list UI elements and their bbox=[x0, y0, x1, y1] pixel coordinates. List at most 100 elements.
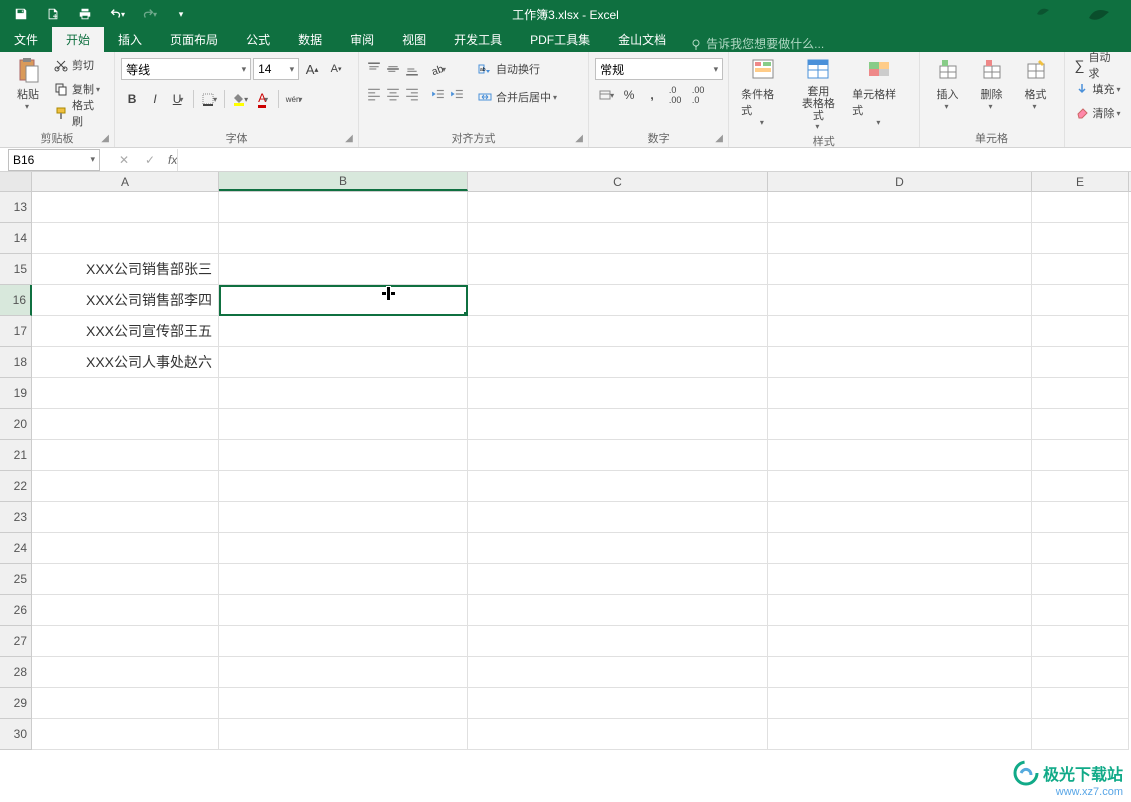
tab-review[interactable]: 审阅 bbox=[336, 27, 388, 52]
row-header[interactable]: 24 bbox=[0, 533, 32, 564]
align-middle-button[interactable] bbox=[384, 58, 402, 80]
cell[interactable] bbox=[1032, 223, 1129, 254]
cell[interactable] bbox=[468, 409, 768, 440]
cell[interactable] bbox=[1032, 192, 1129, 223]
bold-button[interactable]: B bbox=[121, 88, 143, 110]
insert-cells-button[interactable]: 插入▾ bbox=[926, 54, 970, 113]
qat-customize[interactable]: ▾ bbox=[166, 0, 196, 28]
conditional-format-button[interactable]: 条件格式▾ bbox=[735, 54, 791, 129]
cell[interactable] bbox=[468, 285, 768, 316]
cell[interactable] bbox=[219, 347, 468, 378]
comma-button[interactable]: , bbox=[641, 84, 663, 106]
clipboard-launcher[interactable]: ◢ bbox=[98, 131, 112, 145]
cell[interactable] bbox=[768, 285, 1032, 316]
cell[interactable] bbox=[219, 626, 468, 657]
cell[interactable] bbox=[1032, 564, 1129, 595]
cell[interactable] bbox=[768, 192, 1032, 223]
cell[interactable] bbox=[1032, 409, 1129, 440]
number-format-combo[interactable]: 常规▾ bbox=[595, 58, 723, 80]
cell-styles-button[interactable]: 单元格样式▾ bbox=[846, 54, 912, 129]
cancel-formula-button[interactable]: ✕ bbox=[112, 149, 136, 171]
align-right-button[interactable] bbox=[403, 83, 421, 105]
cell[interactable] bbox=[219, 223, 468, 254]
cell[interactable] bbox=[32, 626, 219, 657]
tab-insert[interactable]: 插入 bbox=[104, 27, 156, 52]
cell[interactable] bbox=[32, 564, 219, 595]
cell[interactable] bbox=[468, 688, 768, 719]
format-table-button[interactable]: 套用 表格格式▾ bbox=[791, 54, 847, 133]
cell[interactable] bbox=[32, 657, 219, 688]
tell-me-search[interactable]: 告诉我您想要做什么... bbox=[690, 35, 824, 52]
cell[interactable] bbox=[768, 564, 1032, 595]
tab-dev[interactable]: 开发工具 bbox=[440, 27, 516, 52]
cell[interactable] bbox=[219, 564, 468, 595]
row-header[interactable]: 14 bbox=[0, 223, 32, 254]
cell[interactable] bbox=[768, 347, 1032, 378]
increase-decimal-button[interactable]: .0.00 bbox=[664, 84, 686, 106]
tab-view[interactable]: 视图 bbox=[388, 27, 440, 52]
cell[interactable] bbox=[219, 657, 468, 688]
cell[interactable] bbox=[219, 440, 468, 471]
save-button[interactable] bbox=[6, 0, 36, 28]
tab-formula[interactable]: 公式 bbox=[232, 27, 284, 52]
col-header-E[interactable]: E bbox=[1032, 172, 1129, 191]
col-header-D[interactable]: D bbox=[768, 172, 1032, 191]
cell[interactable] bbox=[468, 657, 768, 688]
cell[interactable] bbox=[768, 595, 1032, 626]
increase-indent-button[interactable] bbox=[448, 83, 466, 105]
cell[interactable] bbox=[1032, 688, 1129, 719]
cell[interactable] bbox=[1032, 440, 1129, 471]
col-header-A[interactable]: A bbox=[32, 172, 219, 191]
cell[interactable] bbox=[468, 626, 768, 657]
cell[interactable] bbox=[1032, 533, 1129, 564]
delete-cells-button[interactable]: 删除▾ bbox=[970, 54, 1014, 113]
cut-button[interactable]: 剪切 bbox=[50, 54, 108, 76]
font-size-combo[interactable]: 14▾ bbox=[253, 58, 299, 80]
cell[interactable] bbox=[1032, 347, 1129, 378]
row-header[interactable]: 30 bbox=[0, 719, 32, 750]
row-header[interactable]: 21 bbox=[0, 440, 32, 471]
border-button[interactable]: ▾ bbox=[198, 88, 220, 110]
cell[interactable] bbox=[768, 719, 1032, 750]
cell[interactable] bbox=[1032, 719, 1129, 750]
align-top-button[interactable] bbox=[365, 58, 383, 80]
tab-layout[interactable]: 页面布局 bbox=[156, 27, 232, 52]
cell[interactable] bbox=[768, 657, 1032, 688]
cell[interactable] bbox=[219, 409, 468, 440]
underline-button[interactable]: U▾ bbox=[167, 88, 189, 110]
cell[interactable] bbox=[468, 223, 768, 254]
row-header[interactable]: 27 bbox=[0, 626, 32, 657]
paste-button[interactable]: 粘贴 ▾ bbox=[6, 54, 50, 113]
cell[interactable] bbox=[768, 440, 1032, 471]
row-header[interactable]: 23 bbox=[0, 502, 32, 533]
cell[interactable] bbox=[32, 533, 219, 564]
cell[interactable] bbox=[1032, 285, 1129, 316]
tab-jinshan[interactable]: 金山文档 bbox=[604, 27, 680, 52]
row-header[interactable]: 25 bbox=[0, 564, 32, 595]
decrease-font-button[interactable]: A▾ bbox=[325, 58, 347, 80]
cell[interactable] bbox=[32, 502, 219, 533]
cell[interactable] bbox=[468, 378, 768, 409]
row-header[interactable]: 17 bbox=[0, 316, 32, 347]
percent-button[interactable]: % bbox=[618, 84, 640, 106]
cell[interactable] bbox=[219, 688, 468, 719]
cell[interactable] bbox=[468, 502, 768, 533]
row-header[interactable]: 19 bbox=[0, 378, 32, 409]
number-launcher[interactable]: ◢ bbox=[712, 131, 726, 145]
row-header[interactable]: 22 bbox=[0, 471, 32, 502]
row-header[interactable]: 29 bbox=[0, 688, 32, 719]
cell[interactable] bbox=[32, 378, 219, 409]
increase-font-button[interactable]: A▴ bbox=[301, 58, 323, 80]
cell[interactable] bbox=[219, 533, 468, 564]
format-cells-button[interactable]: 格式▾ bbox=[1014, 54, 1058, 113]
undo-button[interactable]: ▾ bbox=[102, 0, 132, 28]
cell[interactable] bbox=[219, 719, 468, 750]
cell[interactable] bbox=[768, 223, 1032, 254]
font-color-button[interactable]: A▾ bbox=[252, 88, 274, 110]
print-button[interactable] bbox=[70, 0, 100, 28]
autosum-button[interactable]: ∑自动求 bbox=[1071, 54, 1126, 76]
merge-center-button[interactable]: 合并后居中▾ bbox=[474, 86, 561, 108]
cell[interactable] bbox=[32, 471, 219, 502]
cell[interactable] bbox=[468, 595, 768, 626]
cell[interactable] bbox=[219, 595, 468, 626]
